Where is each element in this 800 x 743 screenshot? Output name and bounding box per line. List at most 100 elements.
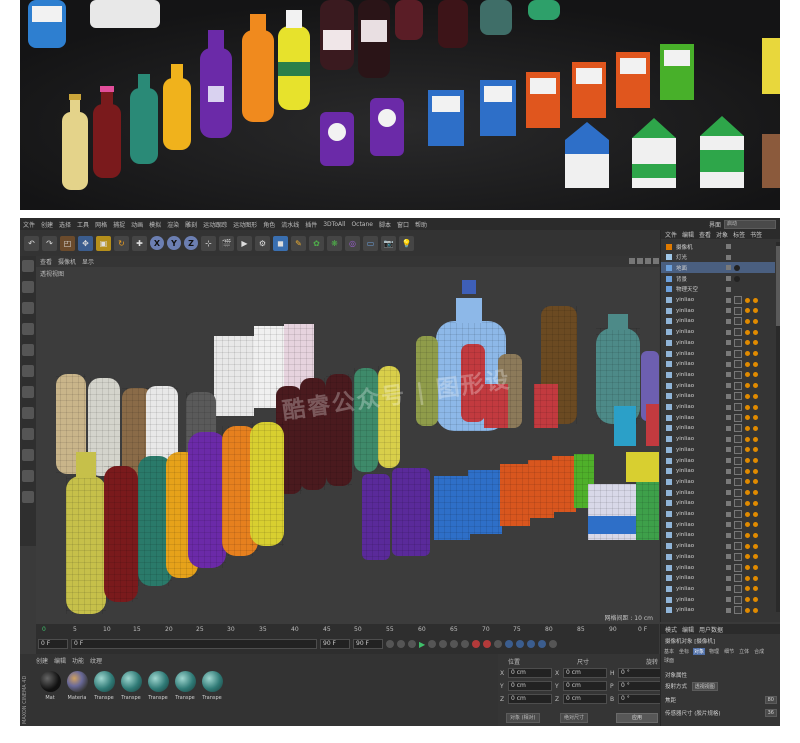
- object-name[interactable]: yinliao: [676, 500, 712, 506]
- object-name[interactable]: 背景: [676, 275, 712, 283]
- object-name[interactable]: yinliao: [676, 597, 712, 603]
- subtab-basic[interactable]: 基本: [663, 648, 675, 655]
- object-menu-file[interactable]: 文件: [665, 230, 677, 239]
- object-name[interactable]: yinliao: [676, 393, 712, 399]
- visibility-toggle[interactable]: [726, 458, 731, 463]
- material-tag-icon[interactable]: [745, 500, 750, 506]
- make-editable-icon[interactable]: [22, 260, 34, 272]
- visibility-toggle[interactable]: [726, 254, 731, 260]
- visibility-toggle[interactable]: [726, 383, 731, 389]
- object-list-scrollbar[interactable]: [776, 242, 780, 612]
- material-tag-icon[interactable]: [745, 318, 750, 324]
- material-tag-icon[interactable]: [745, 329, 750, 335]
- phong-tag-icon[interactable]: [734, 445, 742, 454]
- object-name[interactable]: yinliao: [676, 511, 712, 517]
- coordinate-mode-dropdown[interactable]: 对象 (相对): [506, 713, 540, 723]
- phong-tag-icon[interactable]: [734, 306, 742, 315]
- material-tag-icon[interactable]: [745, 340, 750, 346]
- menu-pipeline[interactable]: 流水线: [278, 220, 302, 229]
- subtab-object[interactable]: 对象: [693, 648, 706, 655]
- material-tag-icon[interactable]: [753, 436, 758, 442]
- subtab-composition[interactable]: 合成: [753, 648, 765, 655]
- go-to-start-icon[interactable]: [386, 640, 394, 648]
- object-row[interactable]: yinliao: [661, 295, 775, 306]
- object-name[interactable]: yinliao: [676, 586, 712, 592]
- visibility-toggle[interactable]: [726, 415, 731, 421]
- material-tag-icon[interactable]: [753, 404, 758, 410]
- object-name[interactable]: 物理天空: [676, 285, 712, 293]
- menu-3dtoall[interactable]: 3DToAll: [320, 221, 348, 228]
- material-tag-icon[interactable]: [753, 511, 758, 517]
- object-row[interactable]: yinliao: [661, 551, 775, 562]
- menu-character[interactable]: 角色: [260, 220, 278, 229]
- parameter-key-icon[interactable]: [538, 640, 547, 648]
- record-icon[interactable]: [472, 640, 481, 648]
- menu-window[interactable]: 窗口: [394, 220, 412, 229]
- visibility-toggle[interactable]: [726, 372, 731, 378]
- object-row[interactable]: 物理天空: [661, 284, 775, 295]
- material-tag-icon[interactable]: [753, 383, 758, 389]
- attribute-menu-userdata[interactable]: 用户数据: [699, 625, 723, 634]
- visibility-toggle[interactable]: [726, 468, 731, 474]
- autokey-icon[interactable]: [483, 640, 492, 648]
- render-view-icon[interactable]: 🎬: [219, 235, 234, 251]
- object-row[interactable]: yinliao: [661, 605, 775, 616]
- material-tag-icon[interactable]: [753, 468, 758, 474]
- axis-z-button[interactable]: Z: [184, 236, 198, 250]
- object-menu-edit[interactable]: 编辑: [682, 230, 694, 239]
- timeline-ruler[interactable]: 0 5 10 15 20 25 30 35 40 45 50 55 60 65 …: [36, 624, 659, 636]
- material-item[interactable]: Transpe: [146, 671, 170, 701]
- menu-script[interactable]: 脚本: [376, 220, 394, 229]
- visibility-toggle[interactable]: [726, 597, 731, 603]
- model-mode-icon[interactable]: [22, 281, 34, 293]
- phong-tag-icon[interactable]: [734, 595, 742, 604]
- object-menu-view[interactable]: 查看: [699, 230, 711, 239]
- subtab-stereoscopic[interactable]: 立体: [738, 648, 750, 655]
- texture-mode-icon[interactable]: [22, 302, 34, 314]
- phong-tag-icon[interactable]: [734, 510, 742, 518]
- scale-key-icon[interactable]: [516, 640, 525, 648]
- rotate-icon[interactable]: ↻: [114, 235, 129, 251]
- material-item[interactable]: Transpe: [92, 671, 116, 701]
- phong-tag-icon[interactable]: [734, 349, 742, 358]
- subtab-physical[interactable]: 物理: [708, 648, 720, 655]
- menu-octane[interactable]: Octane: [348, 221, 376, 228]
- scale-icon[interactable]: ▣: [96, 235, 111, 251]
- object-row[interactable]: yinliao: [661, 541, 775, 552]
- phong-tag-icon[interactable]: [734, 370, 742, 379]
- enable-axis-icon[interactable]: [22, 407, 34, 419]
- object-row[interactable]: yinliao: [661, 391, 775, 402]
- phong-tag-icon[interactable]: [734, 563, 742, 572]
- sensor-size-field[interactable]: 36: [764, 709, 777, 717]
- timeline-menu-icon[interactable]: [549, 640, 558, 648]
- menu-tools[interactable]: 工具: [74, 220, 92, 229]
- floor-icon[interactable]: ▭: [363, 235, 378, 251]
- object-row[interactable]: yinliao: [661, 487, 775, 498]
- object-row[interactable]: 灯光: [661, 252, 775, 263]
- material-tag-icon[interactable]: [745, 361, 750, 367]
- object-row[interactable]: yinliao: [661, 594, 775, 605]
- camera-icon[interactable]: 📷: [381, 235, 396, 251]
- redo-icon[interactable]: ↷: [42, 235, 57, 251]
- loop-icon[interactable]: [461, 640, 470, 648]
- phong-tag-icon[interactable]: [734, 328, 742, 337]
- object-row[interactable]: 摄像机: [661, 241, 775, 252]
- workplane-icon[interactable]: [22, 323, 34, 335]
- subtab-spherical[interactable]: 球面: [663, 657, 675, 664]
- workplane-lock-icon[interactable]: [22, 470, 34, 482]
- object-menu-tags[interactable]: 标签: [733, 230, 745, 239]
- visibility-toggle[interactable]: [726, 318, 731, 324]
- material-tag-icon[interactable]: [753, 597, 758, 603]
- projection-dropdown[interactable]: 透视视图: [691, 682, 718, 691]
- visibility-toggle[interactable]: [726, 340, 731, 346]
- object-name[interactable]: yinliao: [676, 404, 712, 410]
- visibility-toggle[interactable]: [726, 500, 731, 506]
- coordinate-system-icon[interactable]: ⊹: [201, 235, 216, 251]
- phong-tag-icon[interactable]: [734, 413, 742, 422]
- start-frame-field[interactable]: 0 F: [38, 639, 68, 649]
- perspective-viewport[interactable]: 查看 摄像机 显示 透视视图 酷睿公众号 | 图形设 网格间距: 10 cm: [36, 256, 663, 624]
- object-row[interactable]: yinliao: [661, 583, 775, 594]
- object-name[interactable]: yinliao: [676, 575, 712, 581]
- light-icon[interactable]: 💡: [399, 235, 414, 251]
- subdivision-icon[interactable]: ✿: [309, 235, 324, 251]
